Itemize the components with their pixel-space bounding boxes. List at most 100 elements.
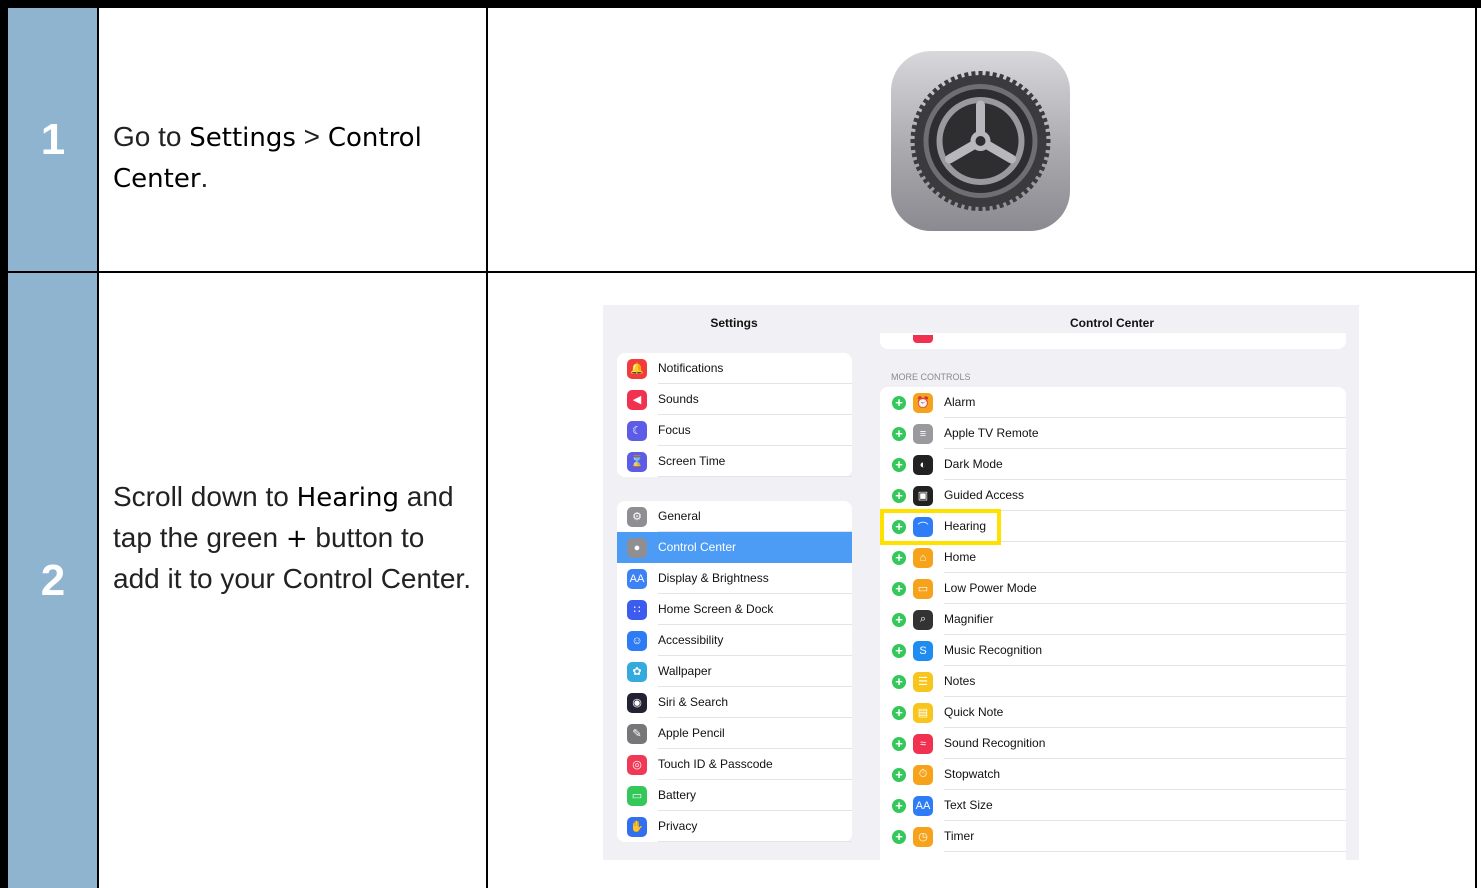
settings-row-siri-search[interactable]: ◉ Siri & Search: [617, 687, 852, 718]
row-label: Magnifier: [944, 604, 1346, 635]
accessibility-icon: ☺: [627, 630, 647, 651]
row-label: Accessibility: [658, 625, 852, 656]
control-row-dark-mode[interactable]: + ◐ Dark Mode: [880, 449, 1346, 480]
ipad-control-center-screenshot: Settings Control Center 🔔 Notifications ◀ S…: [603, 305, 1359, 860]
add-control-button[interactable]: +: [892, 395, 906, 410]
add-control-button[interactable]: +: [892, 550, 906, 565]
control-row-timer[interactable]: + ◷ Timer: [880, 821, 1346, 852]
control-row-guided-access[interactable]: + ▣ Guided Access: [880, 480, 1346, 511]
text-size-icon: AA: [913, 795, 933, 816]
stopwatch-icon: ⏱: [913, 764, 933, 785]
settings-row-battery[interactable]: ▭ Battery: [617, 780, 852, 811]
hourglass-icon: ⌛: [627, 451, 647, 472]
row-label: General: [658, 501, 852, 532]
add-control-button[interactable]: +: [892, 829, 906, 844]
settings-row-privacy[interactable]: ✋ Privacy: [617, 811, 852, 842]
row-label: Hearing: [944, 511, 1346, 542]
step-2-instruction: Scroll down to Hearing and tap the green…: [113, 477, 478, 598]
add-control-button[interactable]: +: [892, 426, 906, 441]
row-label: Apple TV Remote: [944, 418, 1346, 449]
settings-row-home-screen-dock[interactable]: ∷ Home Screen & Dock: [617, 594, 852, 625]
step-1-settings-term: Settings: [189, 123, 296, 153]
add-control-button[interactable]: +: [892, 612, 906, 627]
row-label: Alarm: [944, 387, 1346, 418]
control-row-sound-recognition[interactable]: + ≈ Sound Recognition: [880, 728, 1346, 759]
row-label: Dark Mode: [944, 449, 1346, 480]
sound-wave-icon: ≈: [913, 733, 933, 754]
house-icon: ⌂: [913, 547, 933, 568]
row-label: Screen Time: [658, 446, 852, 477]
instruction-table: 1 Go to Settings > Control Center. 2 Scr…: [0, 0, 1481, 888]
grid-icon: ∷: [627, 599, 647, 620]
column-divider-2: [486, 8, 488, 888]
toggle-icon: ●: [627, 537, 647, 558]
control-row-alarm[interactable]: + ⏰ Alarm: [880, 387, 1346, 418]
more-controls-group: + ⏰ Alarm + ≡ Apple TV Remote + ◐ Dark Mode + ▣ Gui…: [880, 387, 1346, 860]
row-label: Display & Brightness: [658, 563, 852, 594]
row-label: Touch ID & Passcode: [658, 749, 852, 780]
step-1-text: Go to: [113, 121, 190, 152]
add-control-button[interactable]: +: [892, 581, 906, 596]
lock-icon: ▣: [913, 485, 933, 506]
row-label: Siri & Search: [658, 687, 852, 718]
row-label: Guided Access: [944, 480, 1346, 511]
control-row-home[interactable]: + ⌂ Home: [880, 542, 1346, 573]
row-label: Home Screen & Dock: [658, 594, 852, 625]
control-row-notes[interactable]: + ☰ Notes: [880, 666, 1346, 697]
control-row-magnifier[interactable]: + ⌕ Magnifier: [880, 604, 1346, 635]
control-row-apple-tv-remote[interactable]: + ≡ Apple TV Remote: [880, 418, 1346, 449]
settings-app-icon: [891, 51, 1070, 231]
settings-row-focus[interactable]: ☾ Focus: [617, 415, 852, 446]
row-label: Low Power Mode: [944, 573, 1346, 604]
speaker-icon: ◀: [627, 389, 647, 410]
settings-row-wallpaper[interactable]: ✿ Wallpaper: [617, 656, 852, 687]
add-control-button[interactable]: +: [892, 488, 906, 503]
settings-row-touch-id-passcode[interactable]: ◎ Touch ID & Passcode: [617, 749, 852, 780]
control-row-text-size[interactable]: + AA Text Size: [880, 790, 1346, 821]
control-row-stopwatch[interactable]: + ⏱ Stopwatch: [880, 759, 1346, 790]
moon-icon: ☾: [627, 420, 647, 441]
add-control-button[interactable]: +: [892, 643, 906, 658]
settings-row-display-brightness[interactable]: AA Display & Brightness: [617, 563, 852, 594]
step-number-1: 1: [8, 8, 98, 271]
settings-row-apple-pencil[interactable]: ✎ Apple Pencil: [617, 718, 852, 749]
add-control-button[interactable]: +: [892, 457, 906, 472]
settings-row-control-center[interactable]: ● Control Center: [617, 532, 852, 563]
more-controls-header: MORE CONTROLS: [891, 372, 971, 382]
step-2-text-1: Scroll down to: [113, 481, 297, 512]
settings-row-screen-time[interactable]: ⌛ Screen Time: [617, 446, 852, 477]
add-control-button[interactable]: +: [892, 798, 906, 813]
row-label: Quick Note: [944, 697, 1346, 728]
control-row-low-power-mode[interactable]: + ▭ Low Power Mode: [880, 573, 1346, 604]
table-top-border: [0, 0, 1481, 8]
dark-mode-icon: ◐: [913, 454, 933, 475]
column-divider-1: [97, 8, 99, 888]
settings-row-accessibility[interactable]: ☺ Accessibility: [617, 625, 852, 656]
bell-icon: 🔔: [627, 358, 647, 379]
flower-icon: ✿: [627, 661, 647, 682]
add-control-button[interactable]: +: [892, 674, 906, 689]
controls-top-group: [880, 333, 1346, 349]
hearing-highlight-box: [880, 509, 1001, 545]
row-label: Stopwatch: [944, 759, 1346, 790]
fingerprint-icon: ◎: [627, 754, 647, 775]
row-label: Timer: [944, 821, 1346, 852]
settings-row-sounds[interactable]: ◀ Sounds: [617, 384, 852, 415]
control-row-quick-note[interactable]: + ▤ Quick Note: [880, 697, 1346, 728]
step-2-hearing-term: Hearing: [296, 483, 400, 513]
partial-control-icon: [913, 335, 933, 343]
settings-row-general[interactable]: ⚙ General: [617, 501, 852, 532]
add-control-button[interactable]: +: [892, 705, 906, 720]
control-row-music-recognition[interactable]: + S Music Recognition: [880, 635, 1346, 666]
row-label: Sounds: [658, 384, 852, 415]
add-control-button[interactable]: +: [892, 767, 906, 782]
add-control-button[interactable]: +: [892, 736, 906, 751]
row-label: Home: [944, 542, 1346, 573]
settings-group-1: 🔔 Notifications ◀ Sounds ☾ Focus ⌛ Screen Time: [617, 353, 852, 477]
siri-icon: ◉: [627, 692, 647, 713]
row-label: Control Center: [658, 540, 737, 554]
timer-icon: ◷: [913, 826, 933, 847]
settings-row-notifications[interactable]: 🔔 Notifications: [617, 353, 852, 384]
hand-icon: ✋: [627, 816, 647, 837]
notes-icon: ☰: [913, 671, 933, 692]
